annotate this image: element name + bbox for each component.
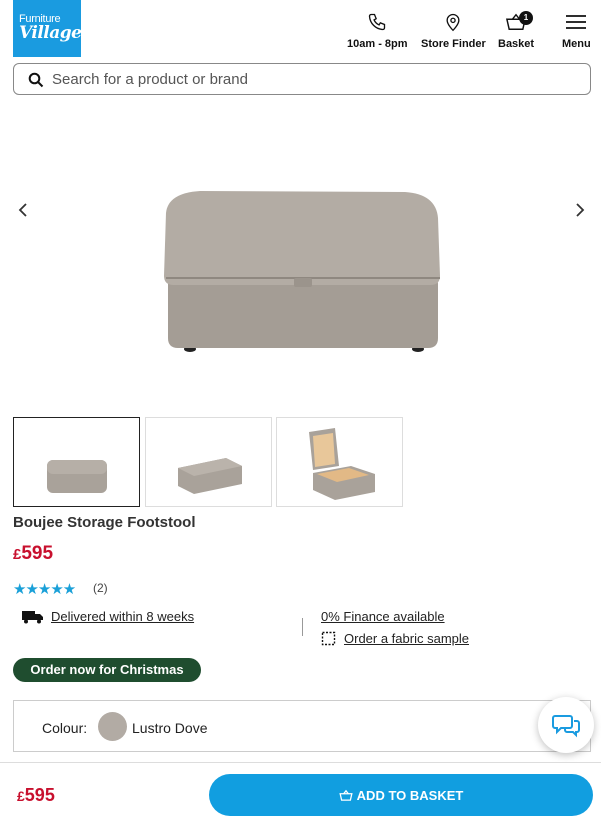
chat-bubbles-icon <box>552 715 580 738</box>
product-image-carousel <box>0 110 601 400</box>
footstool-angle-thumbnail <box>178 458 242 494</box>
next-image-arrow[interactable] <box>570 200 590 220</box>
menu-label: Menu <box>562 38 591 50</box>
opening-hours-label: 10am - 8pm <box>347 38 408 50</box>
site-header: Furniture Village 10am - 8pm Store Finde… <box>0 0 601 60</box>
sticky-footer-bar: £595 ADD TO BASKET <box>0 762 601 824</box>
finance-link[interactable]: 0% Finance available <box>321 609 445 624</box>
product-title: Boujee Storage Footstool <box>13 514 196 531</box>
basket-link[interactable]: 1 Basket <box>498 11 535 50</box>
footer-price: £595 <box>17 785 55 806</box>
footstool-open-thumbnail <box>309 428 375 500</box>
basket-count-badge: 1 <box>519 11 534 25</box>
store-finder-label: Store Finder <box>421 38 486 50</box>
menu-button[interactable]: Menu <box>562 12 591 50</box>
product-price: £595 <box>13 543 53 565</box>
fabric-sample-link[interactable]: Order a fabric sample <box>344 631 469 646</box>
site-logo[interactable]: Furniture Village <box>13 0 82 57</box>
thumbnail-open-storage-view[interactable] <box>276 417 403 507</box>
colour-label: Colour: <box>42 720 88 736</box>
store-finder-link[interactable]: Store Finder <box>421 12 486 50</box>
price-value: 595 <box>21 543 54 564</box>
christmas-promo-badge: Order now for Christmas <box>13 658 201 682</box>
colour-selector[interactable]: Colour: Lustro Dove <box>13 700 591 752</box>
thumbnail-front-view[interactable] <box>13 417 140 507</box>
footer-price-value: 595 <box>24 785 55 805</box>
basket-label: Basket <box>498 38 535 50</box>
previous-image-arrow[interactable] <box>13 200 33 220</box>
live-chat-button[interactable] <box>538 697 594 753</box>
search-bar <box>13 63 591 95</box>
review-count[interactable]: (2) <box>93 581 108 595</box>
search-input[interactable] <box>52 69 572 89</box>
footstool-front-thumbnail <box>47 460 107 493</box>
fabric-sample-icon <box>321 631 336 651</box>
delivery-truck-icon <box>22 610 44 629</box>
footstool-main-image <box>164 191 440 352</box>
add-to-basket-label: ADD TO BASKET <box>356 787 464 803</box>
footer-price-currency: £ <box>17 788 25 804</box>
search-icon <box>28 72 44 88</box>
hamburger-menu-icon <box>566 15 587 29</box>
opening-hours-link[interactable]: 10am - 8pm <box>347 12 408 50</box>
colour-value: Lustro Dove <box>132 720 208 736</box>
basket-icon <box>339 789 353 801</box>
phone-icon <box>369 13 386 31</box>
logo-line-2: Village <box>19 23 82 43</box>
info-divider <box>302 618 303 636</box>
delivery-info-link[interactable]: Delivered within 8 weeks <box>51 609 194 624</box>
colour-swatch <box>98 712 127 741</box>
thumbnail-angle-view[interactable] <box>145 417 272 507</box>
star-rating[interactable]: ★★★★★ <box>13 580 76 598</box>
add-to-basket-button[interactable]: ADD TO BASKET <box>209 774 593 816</box>
location-pin-icon <box>446 13 460 32</box>
